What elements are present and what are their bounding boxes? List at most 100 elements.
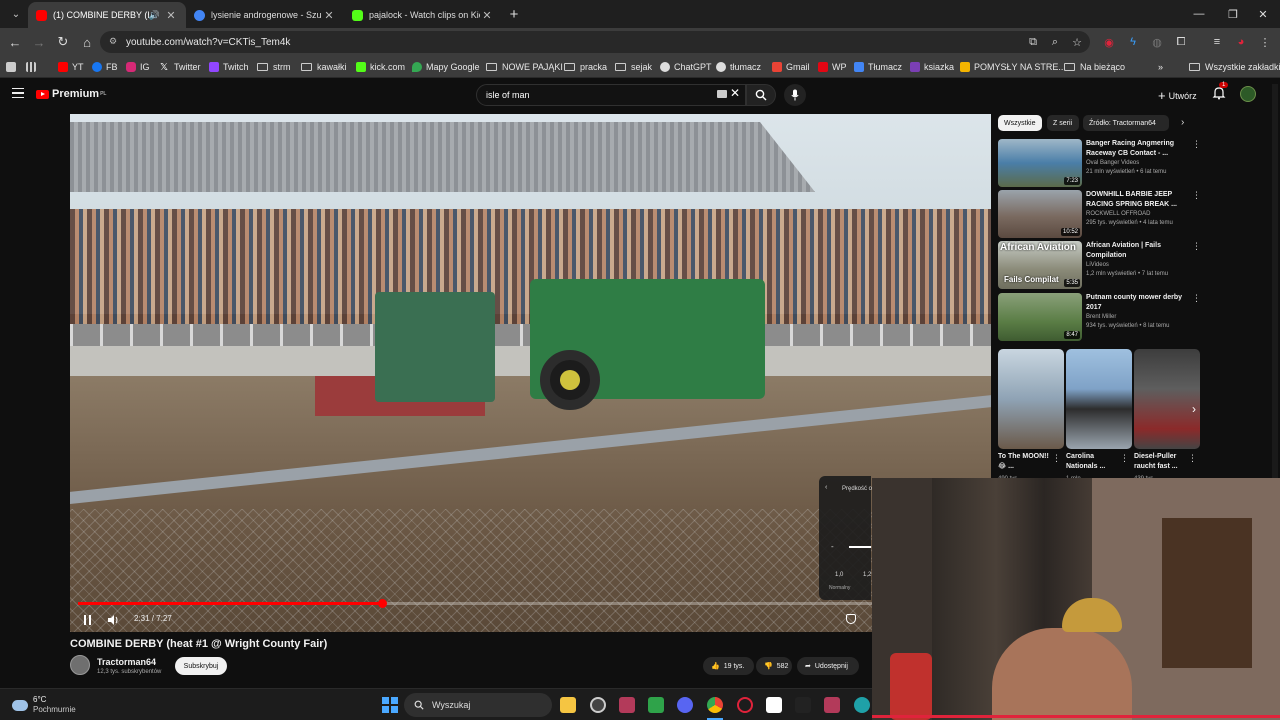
tab-google-search[interactable]: lysienie androgenowe - Szukaj ✕ [186,2,344,28]
chrome-dev-icon[interactable] [590,697,606,713]
subscribe-button[interactable]: Subskrybuj [175,657,227,675]
speaker-icon[interactable]: 🔊 [149,10,160,21]
translate-extension-icon[interactable]: ϟ [1122,30,1144,54]
bookmark-twitch[interactable]: Twitch [209,60,249,74]
video-thumbnail[interactable]: 8:47 [998,293,1082,341]
bookmark-kick[interactable]: kick.com [356,60,405,74]
speed-preset[interactable]: 1,2 [863,572,871,578]
dislike-button[interactable]: 👎 582 [756,657,792,675]
bookmark-star-icon[interactable]: ☆ [1066,30,1088,54]
short-title[interactable]: Carolina Nationals ... [1066,452,1122,472]
browser-menu-icon[interactable]: ⋮ [1254,30,1276,54]
chevron-left-icon[interactable]: ‹ [825,484,827,491]
recommendation-title[interactable]: DOWNHILL BARBIE JEEP RACING SPRING BREAK… [1086,190,1186,210]
back-arrow-icon[interactable]: ← [3,30,27,54]
menu-hamburger-icon[interactable] [12,88,24,98]
close-window-button[interactable]: ✕ [1246,0,1280,28]
weather-widget[interactable]: 6°C Pochmurnie [12,695,76,715]
recommendation-item[interactable]: 10:52 DOWNHILL BARBIE JEEP RACING SPRING… [998,190,1203,240]
recommendation-title[interactable]: Banger Racing Angmering Raceway CB Conta… [1086,139,1186,159]
windows-start-icon[interactable] [382,697,398,713]
bookmark-folder-nowe-pajaki[interactable]: NOWE PAJĄKI [486,60,563,74]
bookmark-gmail[interactable]: Gmail [772,60,810,74]
short-thumbnail[interactable] [1066,349,1132,449]
bookmark-yt[interactable]: YT [58,60,84,74]
recommendation-title[interactable]: African Aviation | Fails Compilation [1086,241,1186,261]
channel-avatar[interactable] [70,655,90,675]
profile-icon[interactable]: ◕ [1230,30,1252,54]
minimize-button[interactable]: — [1182,0,1216,28]
bookmarks-overflow-button[interactable]: » [1158,60,1163,74]
reload-icon[interactable]: ↻ [51,30,75,54]
like-button[interactable]: 👍 19 tys. [703,657,754,675]
more-options-icon[interactable]: ⋮ [1192,293,1201,304]
shorts-next-chevron-icon[interactable]: › [1192,402,1196,416]
tab-kick[interactable]: pajalock - Watch clips on Kick ✕ [344,2,502,28]
taskbar-search[interactable]: Wyszukaj [404,693,552,717]
speed-preset-normal[interactable]: 1,0 [835,572,843,578]
share-button[interactable]: ➦ Udostępnij [797,657,859,675]
recommendation-channel[interactable]: ROCKWELL OFFROAD [1086,211,1150,217]
channel-name[interactable]: Tractorman64 [97,657,156,667]
create-button[interactable]: + Utwórz [1158,88,1197,103]
recommendation-item[interactable]: 8:47 Putnam county mower derby 2017 Bren… [998,293,1203,343]
recommendation-title[interactable]: Putnam county mower derby 2017 [1086,293,1186,313]
tab-search-button[interactable]: ⌄ [4,2,28,26]
speed-decrease-button[interactable]: - [831,542,834,551]
more-options-icon[interactable]: ⋮ [1052,453,1061,464]
short-thumbnail[interactable] [1134,349,1200,449]
site-info-icon[interactable]: ⚙ [109,36,121,48]
bookmark-fb[interactable]: FB [92,60,118,74]
short-title[interactable]: Diesel-Puller raucht fast ... [1134,452,1190,472]
recommendation-channel[interactable]: Brent Miller [1086,314,1116,320]
tab-close-icon[interactable]: ✕ [322,9,336,22]
more-options-icon[interactable]: ⋮ [1188,453,1197,464]
bookmark-ksiazka[interactable]: ksiazka [910,60,954,74]
bookmark-folder-sejak[interactable]: sejak [615,60,652,74]
reading-list-icon[interactable]: ≡ [1206,30,1228,54]
home-icon[interactable]: ⌂ [75,30,99,54]
account-avatar[interactable] [1240,86,1256,102]
bookmark-wp[interactable]: WP [818,60,847,74]
bookmark-twitter[interactable]: 𝕏 Twitter [160,60,201,74]
more-options-icon[interactable]: ⋮ [1192,139,1201,150]
more-options-icon[interactable]: ⋮ [1120,453,1129,464]
more-options-icon[interactable]: ⋮ [1192,190,1201,201]
bookmark-ig[interactable]: IG [126,60,150,74]
bookmark-folder-pracka[interactable]: pracka [564,60,607,74]
short-thumbnail[interactable] [998,349,1064,449]
chip-all[interactable]: Wszystkie [998,115,1042,131]
install-icon[interactable]: ⧉ [1022,30,1044,54]
tab-youtube[interactable]: (1) COMBINE DERBY (heat # 🔊 ✕ [28,2,186,28]
forward-arrow-icon[interactable]: → [27,30,51,54]
app-icon[interactable] [824,697,840,713]
opera-icon[interactable] [737,697,753,713]
progress-bar[interactable] [78,599,978,608]
chip-source[interactable]: Źródło: Tractorman64 [1083,115,1169,131]
maximize-button[interactable]: ❐ [1216,0,1250,28]
recommendation-item[interactable]: African Aviation Fails Compilat 5:35 Afr… [998,241,1203,291]
bookmark-folder-kawalki[interactable]: kawałki [301,60,347,74]
search-input[interactable]: isle of man [476,84,746,106]
search-button[interactable] [746,84,776,106]
bookmark-folder-strm[interactable]: strm [257,60,291,74]
extensions-puzzle-icon[interactable]: ⧠ [1170,30,1192,54]
keyboard-icon[interactable] [717,90,727,98]
more-options-icon[interactable]: ⋮ [1192,241,1201,252]
shield-icon[interactable] [846,614,856,624]
bookmark-pomysly[interactable]: POMYSŁY NA STRE... [960,60,1066,74]
sticky-notes-icon[interactable] [619,697,635,713]
new-tab-button[interactable]: + [502,6,526,23]
obs-icon[interactable] [795,697,811,713]
brave-icon[interactable] [648,697,664,713]
tab-close-icon[interactable]: ✕ [164,9,178,22]
extension-icon[interactable]: ◍ [1146,30,1168,54]
bookmark-google-translate[interactable]: Tłumacz [854,60,902,74]
notifications-bell-icon[interactable] [1212,86,1226,100]
file-explorer-icon[interactable] [560,697,576,713]
zoom-icon[interactable]: ⌕ [1044,30,1066,54]
clear-search-icon[interactable]: ✕ [730,86,740,100]
bookmark-tlumacz[interactable]: tłumacz [716,60,761,74]
chip-series[interactable]: Z serii [1047,115,1079,131]
sidebar-toggle-icon[interactable] [6,60,20,74]
